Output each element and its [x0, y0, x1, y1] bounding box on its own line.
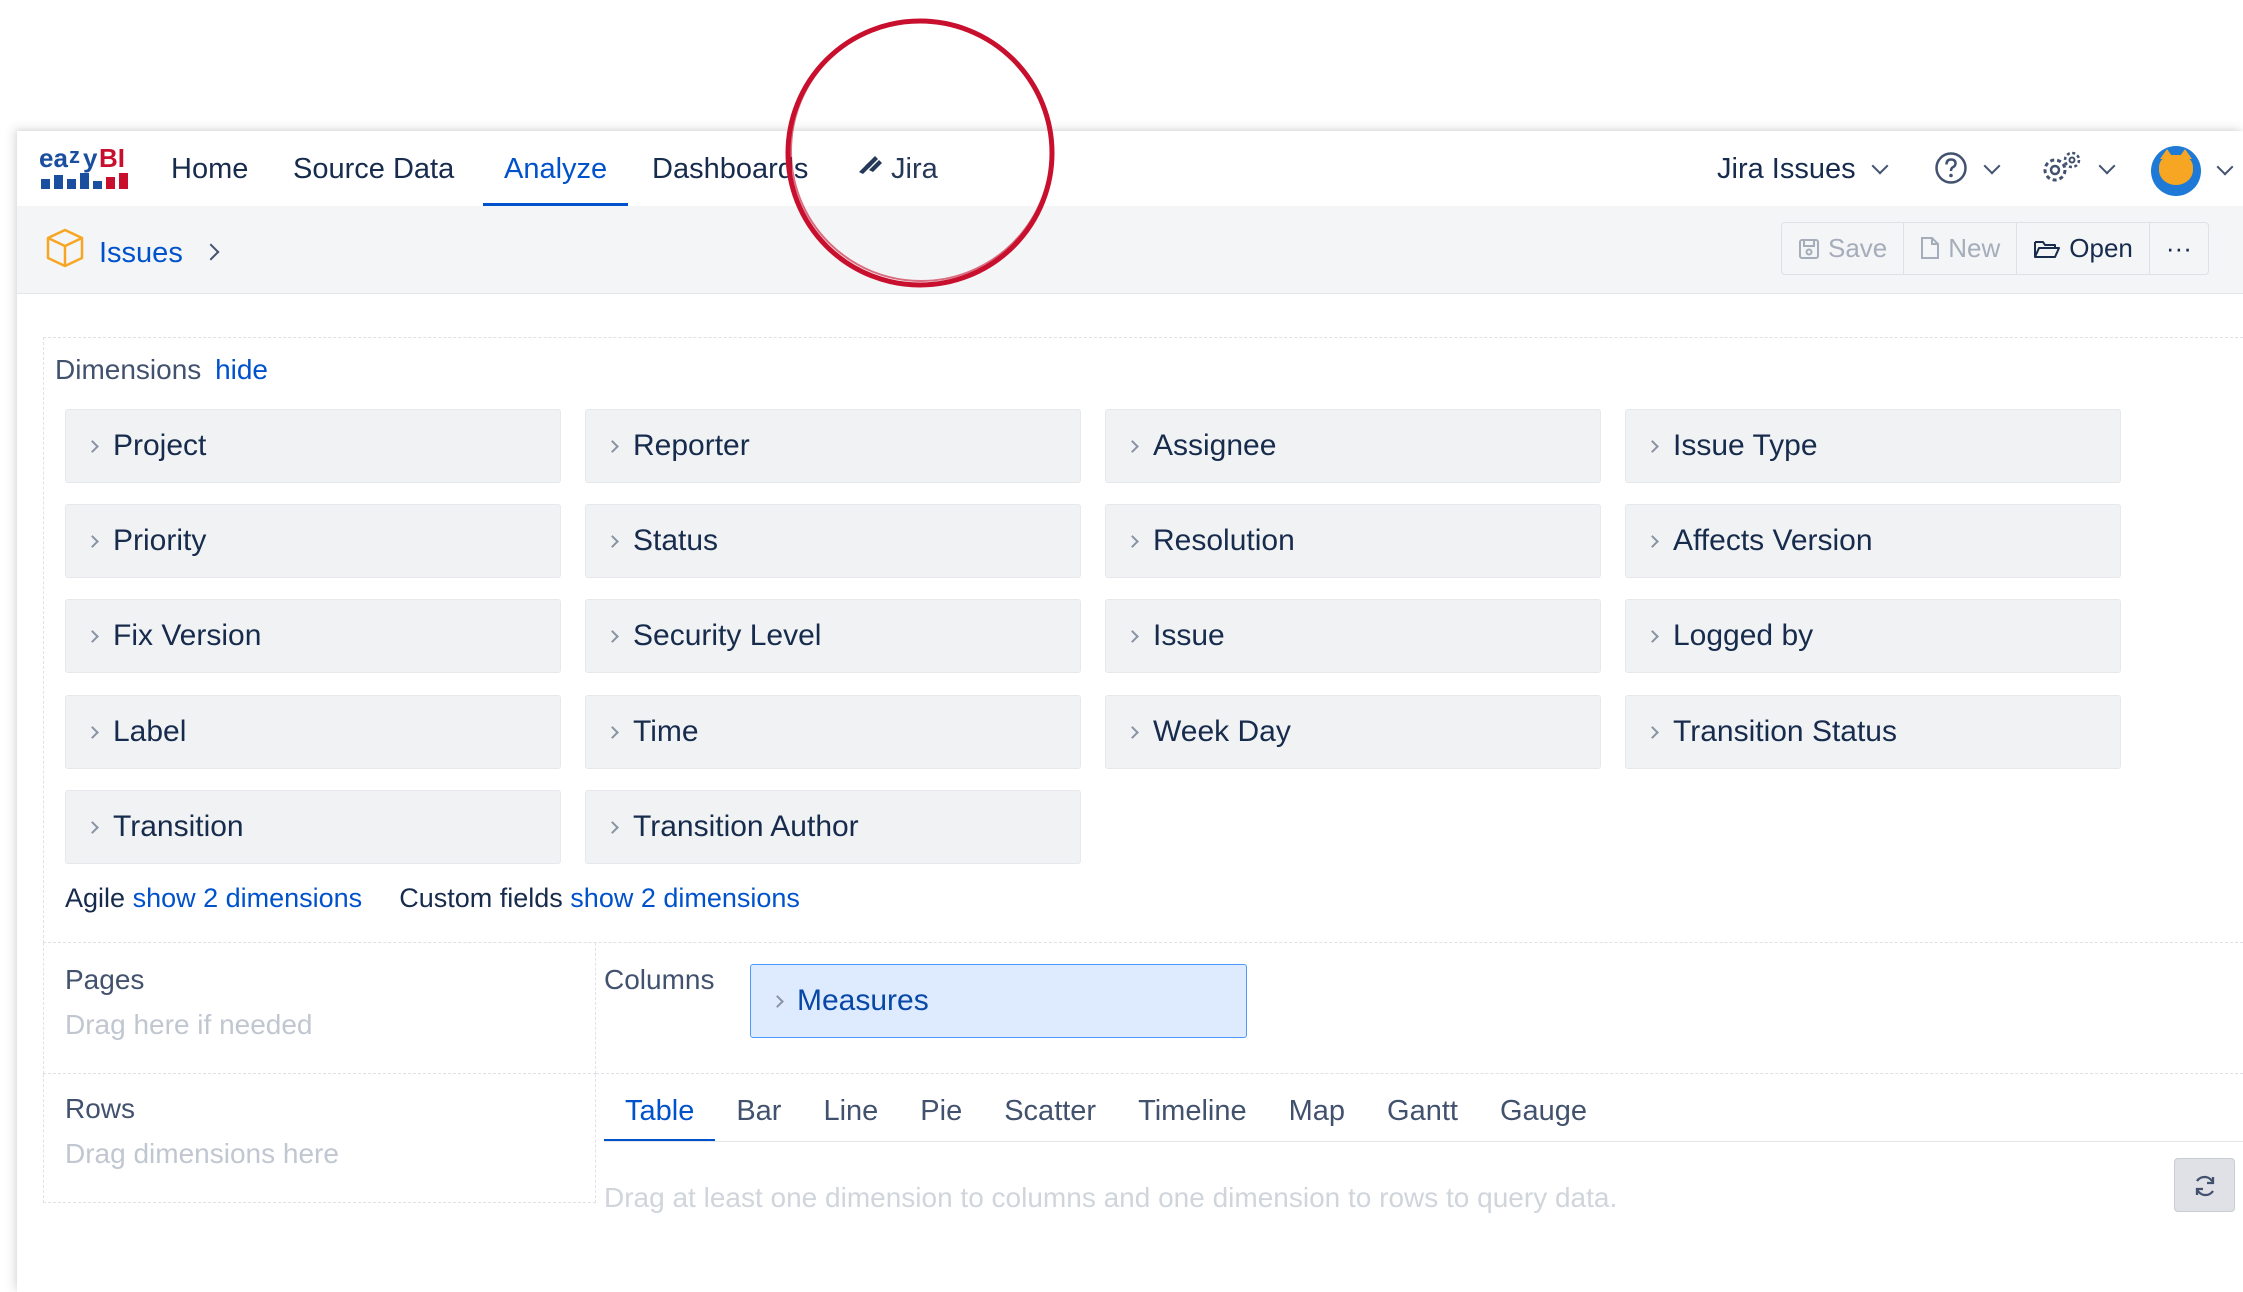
dimension-week-day[interactable]: Week Day — [1105, 695, 1601, 769]
dimension-resolution[interactable]: Resolution — [1105, 504, 1601, 578]
dimensions-title: Dimensions — [55, 354, 202, 385]
chevron-down-icon — [2098, 157, 2116, 175]
help-icon — [1935, 152, 1967, 184]
chevron-down-icon — [2216, 158, 2234, 176]
dimension-issue-type[interactable]: Issue Type — [1625, 409, 2121, 483]
dimension-issue[interactable]: Issue — [1105, 599, 1601, 673]
dimension-assignee[interactable]: Assignee — [1105, 409, 1601, 483]
app-window: ea z y BI Home Source Data Analyze Dashb… — [17, 131, 2243, 1292]
avatar — [2151, 146, 2201, 196]
account-switcher[interactable]: Jira Issues — [1717, 146, 1889, 192]
chevron-down-icon — [1983, 157, 2001, 175]
refresh-button[interactable] — [2174, 1158, 2235, 1212]
jira-icon — [859, 156, 882, 174]
tab-timeline[interactable]: Timeline — [1117, 1086, 1268, 1142]
dimension-transition[interactable]: Transition — [65, 790, 561, 864]
more-dimensions-line: Agile show 2 dimensions Custom fields sh… — [65, 883, 800, 914]
breadcrumb[interactable]: Issues — [43, 226, 220, 272]
custom-fields-label: Custom fields — [399, 883, 563, 913]
tab-line[interactable]: Line — [802, 1086, 899, 1142]
nav-home[interactable]: Home — [171, 146, 248, 206]
svg-text:y: y — [83, 143, 98, 173]
chevron-right-icon — [202, 243, 220, 261]
svg-text:BI: BI — [99, 143, 125, 173]
rows-label: Rows — [65, 1093, 136, 1124]
open-label: Open — [2069, 233, 2133, 263]
dimension-status[interactable]: Status — [585, 504, 1081, 578]
chevron-down-icon — [1871, 157, 1889, 175]
svg-text:ea: ea — [39, 143, 68, 173]
report-toolbar: Save New Open ··· — [1781, 222, 2209, 275]
tab-scatter[interactable]: Scatter — [983, 1086, 1117, 1142]
dimensions-heading: Dimensions hide — [55, 354, 268, 386]
account-name: Jira Issues — [1717, 153, 1856, 185]
user-menu[interactable] — [2151, 146, 2234, 196]
pages-hint: Drag here if needed — [65, 1009, 313, 1040]
agile-show-link[interactable]: show 2 dimensions — [133, 883, 363, 913]
hide-dimensions-link[interactable]: hide — [215, 354, 268, 385]
new-file-icon — [1921, 237, 1940, 259]
tab-pie[interactable]: Pie — [899, 1086, 983, 1142]
tab-map[interactable]: Map — [1268, 1086, 1366, 1142]
columns-label: Columns — [604, 964, 715, 995]
new-button[interactable]: New — [1904, 223, 2018, 274]
more-actions-button[interactable]: ··· — [2150, 223, 2208, 274]
measures-dimension[interactable]: Measures — [750, 964, 1247, 1038]
folder-open-icon — [2034, 241, 2061, 258]
dimension-security-level[interactable]: Security Level — [585, 599, 1081, 673]
save-icon — [1799, 239, 1819, 259]
nav-source-data[interactable]: Source Data — [293, 146, 454, 206]
pages-label: Pages — [65, 964, 145, 995]
agile-label: Agile — [65, 883, 126, 913]
nav-dashboards[interactable]: Dashboards — [652, 146, 808, 206]
eazybi-logo[interactable]: ea z y BI — [39, 141, 139, 193]
query-hint: Drag at least one dimension to columns a… — [604, 1182, 1618, 1213]
top-navigation: ea z y BI Home Source Data Analyze Dashb… — [17, 131, 2243, 206]
dimension-transition-author[interactable]: Transition Author — [585, 790, 1081, 864]
tab-gantt[interactable]: Gantt — [1366, 1086, 1479, 1142]
save-label: Save — [1828, 233, 1888, 263]
tab-table[interactable]: Table — [604, 1086, 716, 1142]
help-menu[interactable] — [1934, 146, 2001, 192]
dimension-fix-version[interactable]: Fix Version — [65, 599, 561, 673]
dimension-label[interactable]: Label — [65, 695, 561, 769]
dimension-reporter[interactable]: Reporter — [585, 409, 1081, 483]
cube-icon — [46, 228, 84, 268]
save-button[interactable]: Save — [1782, 223, 1905, 274]
dimension-priority[interactable]: Priority — [65, 504, 561, 578]
nav-jira[interactable]: Jira — [855, 146, 938, 206]
breadcrumb-cube: Issues — [99, 237, 183, 269]
open-button[interactable]: Open — [2017, 223, 2150, 274]
tab-bar[interactable]: Bar — [715, 1086, 802, 1142]
settings-menu[interactable] — [2039, 146, 2116, 192]
nav-jira-label: Jira — [891, 153, 938, 185]
rows-hint: Drag dimensions here — [65, 1138, 339, 1169]
custom-fields-show-link[interactable]: show 2 dimensions — [570, 883, 800, 913]
dimension-time[interactable]: Time — [585, 695, 1081, 769]
tabs-divider — [604, 1141, 2243, 1142]
refresh-icon — [2195, 1175, 2215, 1197]
gear-icon — [2043, 151, 2081, 182]
view-tabs: Table Bar Line Pie Scatter Timeline Map … — [604, 1086, 1608, 1142]
tab-gauge[interactable]: Gauge — [1479, 1086, 1608, 1142]
dimension-transition-status[interactable]: Transition Status — [1625, 695, 2121, 769]
svg-text:z: z — [69, 143, 80, 168]
nav-analyze[interactable]: Analyze — [483, 146, 629, 206]
new-label: New — [1948, 233, 2001, 263]
dimension-affects-version[interactable]: Affects Version — [1625, 504, 2121, 578]
dimension-project[interactable]: Project — [65, 409, 561, 483]
dimension-logged-by[interactable]: Logged by — [1625, 599, 2121, 673]
report-header: Issues Save New Open ··· — [17, 206, 2243, 294]
